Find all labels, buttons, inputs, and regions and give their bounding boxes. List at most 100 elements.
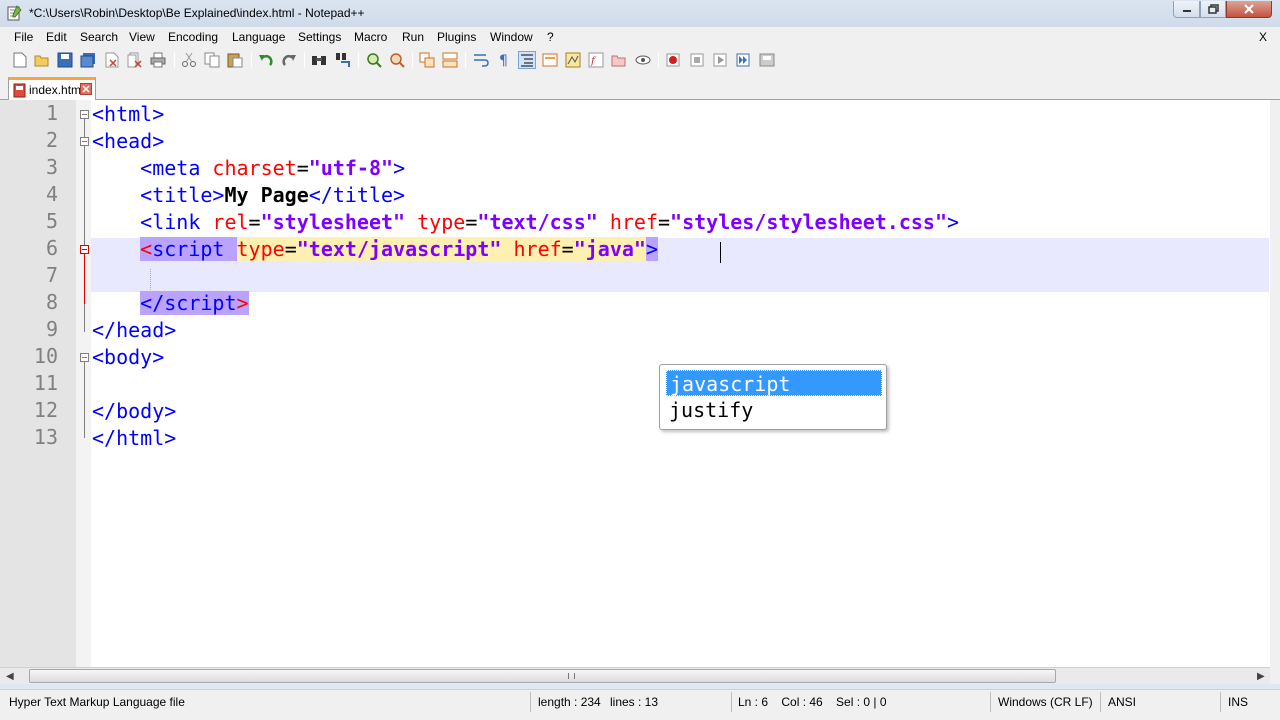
unsaved-file-icon <box>13 83 26 98</box>
code-line[interactable]: </body> <box>92 398 176 425</box>
toolbar-separator <box>174 52 175 68</box>
save-macro-icon[interactable] <box>758 51 776 69</box>
code-token: </html> <box>92 426 177 450</box>
code-token: "text/css" <box>477 210 598 234</box>
scroll-left-icon[interactable]: ◀ <box>6 671 14 682</box>
playback-icon[interactable] <box>711 51 729 69</box>
minimize-icon <box>1182 10 1191 12</box>
user-language-icon[interactable] <box>541 51 559 69</box>
zoom-in-icon[interactable] <box>365 51 383 69</box>
close-document-button[interactable]: X <box>1259 30 1267 44</box>
code-token: <body> <box>92 345 165 369</box>
code-line[interactable]: </script> <box>92 290 249 317</box>
print-icon[interactable] <box>149 51 167 69</box>
code-line[interactable]: <script type="text/javascript" href="jav… <box>92 236 659 263</box>
copy-icon[interactable] <box>203 51 221 69</box>
code-line[interactable]: <link rel="stylesheet" type="text/css" h… <box>92 209 959 236</box>
fold-toggle-icon[interactable] <box>80 353 89 362</box>
tab-close-icon[interactable] <box>80 83 92 95</box>
menu-help[interactable]: ? <box>547 30 554 44</box>
fold-line <box>84 254 85 304</box>
menu-view[interactable]: View <box>129 30 155 44</box>
code-token: <title> <box>140 183 225 207</box>
monitoring-icon[interactable] <box>634 51 652 69</box>
status-length: length : 234 <box>538 695 601 709</box>
fold-toggle-icon[interactable] <box>80 245 89 254</box>
status-bar: Hyper Text Markup Language file length :… <box>0 689 1280 720</box>
code-token <box>501 237 514 261</box>
open-file-icon[interactable] <box>33 51 51 69</box>
code-line[interactable]: </html> <box>92 425 176 452</box>
line-number: 8 <box>45 290 58 314</box>
menu-search[interactable]: Search <box>80 30 118 44</box>
word-wrap-icon[interactable] <box>472 51 490 69</box>
code-line[interactable]: <head> <box>92 128 164 155</box>
code-token <box>224 237 237 261</box>
fold-toggle-icon[interactable] <box>80 137 89 146</box>
record-macro-icon[interactable] <box>664 51 682 69</box>
redo-icon[interactable] <box>280 51 298 69</box>
zoom-out-icon[interactable] <box>388 51 406 69</box>
indent-guide <box>150 269 151 290</box>
code-token: href <box>609 210 658 234</box>
code-line[interactable]: <html> <box>92 101 164 128</box>
close-file-icon[interactable] <box>103 51 121 69</box>
code-line[interactable]: <body> <box>92 344 164 371</box>
code-token: = <box>296 156 309 180</box>
cut-icon[interactable] <box>180 51 198 69</box>
status-separator <box>990 692 991 712</box>
paste-icon[interactable] <box>226 51 244 69</box>
function-list-icon[interactable]: f <box>587 51 605 69</box>
scrollbar-thumb[interactable] <box>29 669 1056 683</box>
horizontal-scrollbar[interactable]: ◀ ▶ <box>0 667 1270 684</box>
stop-record-icon[interactable] <box>688 51 706 69</box>
doc-map-icon[interactable] <box>564 51 582 69</box>
line-number: 4 <box>45 182 58 206</box>
find-icon[interactable] <box>310 51 328 69</box>
code-token: "text/javascript" <box>296 237 502 261</box>
right-edge <box>1270 100 1280 684</box>
autocomplete-item[interactable]: justify <box>666 397 882 423</box>
fold-toggle-icon[interactable] <box>80 110 89 119</box>
toolbar-separator <box>251 52 252 68</box>
show-all-chars-icon[interactable]: ¶ <box>495 51 513 69</box>
menu-edit[interactable]: Edit <box>46 30 67 44</box>
code-editor[interactable]: 1 2 3 4 5 6 7 8 9 10 11 12 13 <html> <head> <meta cha… <box>0 100 1270 667</box>
menu-language[interactable]: Language <box>232 30 285 44</box>
folder-workspace-icon[interactable] <box>610 51 628 69</box>
menu-run[interactable]: Run <box>402 30 424 44</box>
code-token: <meta <box>140 156 213 180</box>
autocomplete-popup: javascript justify <box>659 364 887 430</box>
code-token: "styles/stylesheet.css" <box>670 210 947 234</box>
menu-file[interactable]: File <box>14 30 33 44</box>
menu-encoding[interactable]: Encoding <box>168 30 218 44</box>
tab-index-html[interactable]: index.html <box>8 77 96 100</box>
save-icon[interactable] <box>56 51 74 69</box>
menu-settings[interactable]: Settings <box>298 30 341 44</box>
sync-horizontal-icon[interactable] <box>441 51 459 69</box>
sync-vertical-icon[interactable] <box>418 51 436 69</box>
new-file-icon[interactable] <box>11 51 29 69</box>
close-all-icon[interactable] <box>126 51 144 69</box>
status-separator <box>1100 692 1101 712</box>
indent-guide-icon[interactable] <box>518 51 536 69</box>
maximize-button[interactable] <box>1200 1 1226 18</box>
minimize-button[interactable] <box>1173 1 1200 18</box>
code-line[interactable]: <meta charset="utf-8"> <box>92 155 405 182</box>
line-number: 1 <box>45 101 58 125</box>
scroll-right-icon[interactable]: ▶ <box>1257 671 1265 682</box>
menu-plugins[interactable]: Plugins <box>437 30 476 44</box>
code-token: = <box>284 237 297 261</box>
run-macro-multiple-icon[interactable] <box>734 51 752 69</box>
code-line[interactable]: </head> <box>92 317 176 344</box>
code-token: rel <box>212 210 249 234</box>
autocomplete-item[interactable]: javascript <box>666 370 882 396</box>
replace-icon[interactable] <box>334 51 352 69</box>
save-all-icon[interactable] <box>79 51 97 69</box>
menu-window[interactable]: Window <box>490 30 533 44</box>
menu-macro[interactable]: Macro <box>354 30 387 44</box>
close-window-button[interactable] <box>1226 1 1272 18</box>
undo-icon[interactable] <box>257 51 275 69</box>
toolbar-separator <box>358 52 359 68</box>
code-line[interactable]: <title>My Page</title> <box>92 182 405 209</box>
